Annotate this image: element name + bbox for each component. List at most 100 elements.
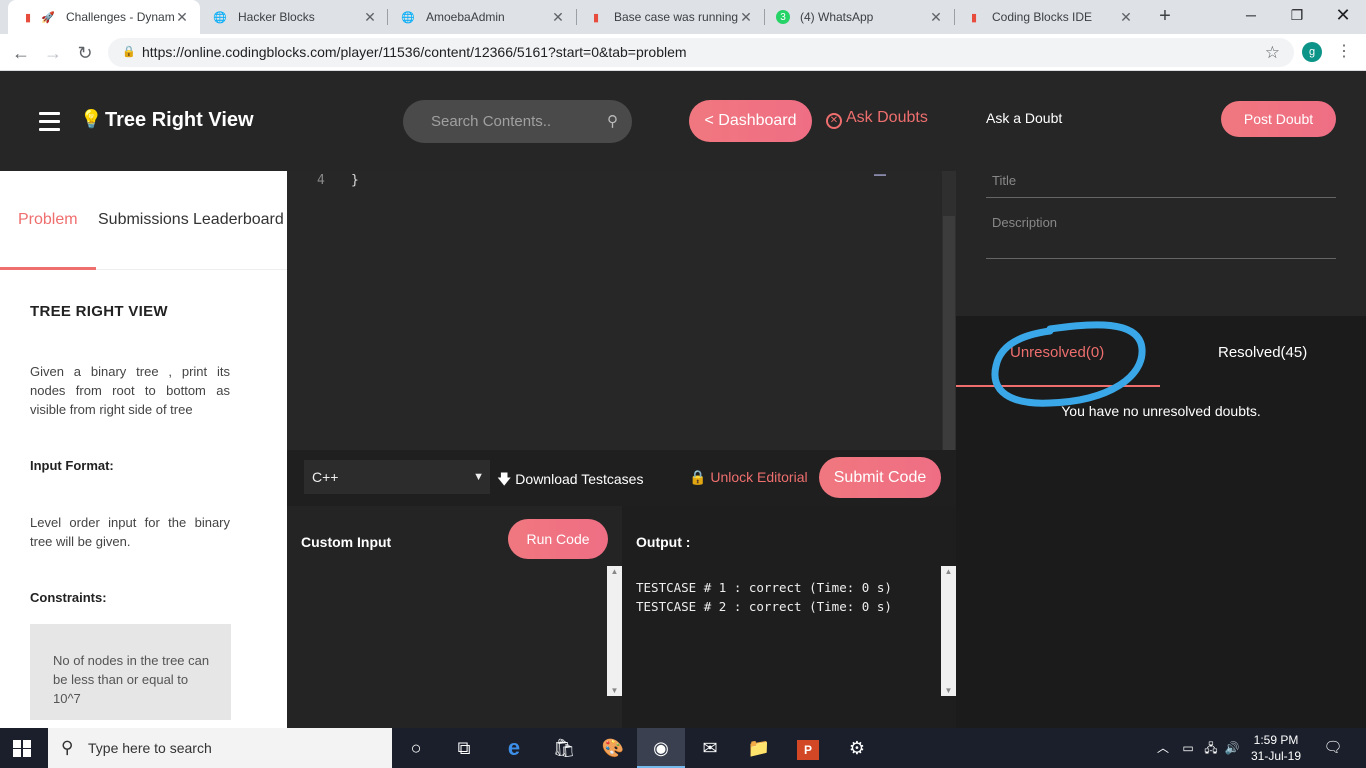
ask-doubt-form: Ask a Doubt Post Doubt Title Description <box>956 71 1366 316</box>
input-scrollbar[interactable]: ▲ ▼ <box>607 566 622 696</box>
chevron-up-icon[interactable]: ︿ <box>1154 728 1172 768</box>
browser-tabstrip: ▮ 🚀 Challenges - Dynam ✕ 🌐 Hacker Blocks… <box>0 0 1366 34</box>
tab-leaderboard[interactable]: Leaderboard <box>193 211 284 229</box>
submit-code-button[interactable]: Submit Code <box>819 457 941 498</box>
globe-icon: 🌐 <box>213 11 227 24</box>
windows-start-icon[interactable] <box>13 740 31 757</box>
scroll-up-icon[interactable]: ▲ <box>607 567 622 576</box>
language-select[interactable]: C++ ▼ <box>304 460 490 494</box>
post-doubt-button[interactable]: Post Doubt <box>1221 101 1336 137</box>
store-icon[interactable]: 🛍 <box>540 728 588 768</box>
notifications-icon[interactable]: 🗨 <box>1320 728 1346 768</box>
scroll-down-icon[interactable]: ▼ <box>607 686 622 695</box>
profile-avatar[interactable]: g <box>1302 42 1322 62</box>
close-tab-icon[interactable]: ✕ <box>174 9 190 26</box>
editor-scrollbar-thumb[interactable] <box>943 216 955 450</box>
output-panel: Output : TESTCASE # 1 : correct (Time: 0… <box>622 506 956 728</box>
settings-gear-icon[interactable]: ⚙ <box>833 728 881 768</box>
search-icon[interactable]: ⚲ <box>607 100 618 143</box>
hamburger-menu-icon[interactable] <box>39 112 60 131</box>
browser-tab-base-case[interactable]: ▮ Base case was running f ✕ <box>576 0 764 34</box>
tab-submissions[interactable]: Submissions <box>98 211 189 229</box>
output-line: TESTCASE # 2 : correct (Time: 0 s) <box>636 599 892 614</box>
browser-tab-hacker-blocks[interactable]: 🌐 Hacker Blocks ✕ <box>200 0 388 34</box>
browser-tab-challenges[interactable]: ▮ 🚀 Challenges - Dynam ✕ <box>8 0 200 34</box>
tab-title: (4) WhatsApp <box>800 10 874 24</box>
browser-tab-whatsapp[interactable]: 3 (4) WhatsApp ✕ <box>764 0 954 34</box>
forward-arrow-icon[interactable]: → <box>40 40 66 66</box>
network-icon[interactable]: 🖧 <box>1200 728 1222 768</box>
edge-icon[interactable]: e <box>490 728 538 768</box>
close-tab-icon[interactable]: ✕ <box>1118 9 1134 26</box>
line-number: 4 <box>317 173 325 188</box>
windows-taskbar: ⚲ Type here to search ○ ⧉ e 🛍 🎨 ◉ ✉ 📁 P … <box>0 728 1366 768</box>
search-contents-input[interactable]: Search Contents.. ⚲ <box>403 100 632 143</box>
restore-icon[interactable]: ❐ <box>1274 0 1320 30</box>
minimize-icon[interactable]: ─ <box>1228 0 1274 30</box>
doubts-pane: Ask a Doubt Post Doubt Title Description… <box>956 71 1366 728</box>
bookmark-star-icon[interactable]: ☆ <box>1265 38 1280 67</box>
tab-problem[interactable]: Problem <box>18 211 78 229</box>
tab-unresolved[interactable]: Unresolved(0) <box>1010 344 1104 361</box>
input-format-text: Level order input for the binary tree wi… <box>30 515 230 549</box>
reload-icon[interactable]: ↻ <box>72 40 98 66</box>
volume-icon[interactable]: 🔊 <box>1222 728 1242 768</box>
browser-tab-amoebaadmin[interactable]: 🌐 AmoebaAdmin ✕ <box>388 0 576 34</box>
close-tab-icon[interactable]: ✕ <box>550 9 566 26</box>
dashboard-button[interactable]: < Dashboard <box>689 100 812 142</box>
browser-toolbar: ← → ↻ 🔒 https://online.codingblocks.com/… <box>0 34 1366 71</box>
lightbulb-icon: 💡 <box>80 109 103 129</box>
doubt-title-input[interactable]: Title <box>986 173 1336 198</box>
cortana-icon[interactable]: ○ <box>392 728 440 768</box>
whatsapp-icon: 3 <box>776 10 790 24</box>
battery-icon[interactable]: ▭ <box>1178 728 1198 768</box>
empty-state-message: You have no unresolved doubts. <box>1061 403 1261 419</box>
code-editor[interactable]: 4 } ▬▬ <box>287 171 956 450</box>
close-tab-icon[interactable]: ✕ <box>738 9 754 26</box>
tab-title: Hacker Blocks <box>238 10 315 24</box>
mail-icon[interactable]: ✉ <box>686 728 734 768</box>
output-text: TESTCASE # 1 : correct (Time: 0 s) TESTCA… <box>636 578 892 616</box>
close-tab-icon[interactable]: ✕ <box>928 9 944 26</box>
editor-minimap[interactable]: ▬▬ <box>874 172 890 178</box>
custom-input-panel: Custom Input Run Code ▲ ▼ <box>287 506 622 728</box>
doubt-description-input[interactable]: Description <box>986 215 1336 259</box>
tab-resolved[interactable]: Resolved(45) <box>1218 344 1307 361</box>
file-explorer-icon[interactable]: 📁 <box>735 728 783 768</box>
back-arrow-icon[interactable]: ← <box>8 40 34 66</box>
constraints-text: No of nodes in the tree can be less than… <box>53 653 210 706</box>
url-text: https://online.codingblocks.com/player/1… <box>142 44 687 60</box>
search-placeholder: Search Contents.. <box>431 113 552 130</box>
menu-dots-icon[interactable]: ⋮ <box>1336 40 1352 66</box>
rocket-icon: 🚀 <box>41 11 55 24</box>
taskbar-search-input[interactable]: ⚲ Type here to search <box>48 728 392 768</box>
close-window-icon[interactable]: ✕ <box>1320 0 1366 30</box>
system-clock[interactable]: 1:59 PM 31-Jul-19 <box>1245 732 1307 764</box>
chrome-icon[interactable]: ◉ <box>637 728 685 768</box>
download-testcases-button[interactable]: 🡇 Download Testcases <box>497 469 643 493</box>
editor-action-bar: C++ ▼ 🡇 Download Testcases 🔒 Unlock Edit… <box>287 450 956 506</box>
ask-doubts-button[interactable]: ✕ Ask Doubts <box>826 109 928 129</box>
language-value: C++ <box>312 469 339 485</box>
code-line[interactable]: } <box>351 173 359 188</box>
lock-icon: 🔒 <box>689 469 707 485</box>
browser-tab-coding-blocks-ide[interactable]: ▮ Coding Blocks IDE ✕ <box>954 0 1144 34</box>
close-tab-icon[interactable]: ✕ <box>362 9 378 26</box>
paint-icon[interactable]: 🎨 <box>589 728 637 768</box>
unlock-editorial-button[interactable]: 🔒 Unlock Editorial <box>689 469 808 486</box>
new-tab-icon[interactable]: + <box>1153 5 1177 29</box>
editor-scrollbar[interactable] <box>942 171 956 450</box>
page-title: Tree Right View <box>105 109 254 131</box>
powerpoint-icon[interactable]: P <box>784 728 832 768</box>
doubt-tabs: Unresolved(0) Resolved(45) <box>956 316 1366 388</box>
custom-input-textarea[interactable] <box>287 566 607 696</box>
scroll-down-icon[interactable]: ▼ <box>941 686 956 695</box>
output-scrollbar[interactable]: ▲ ▼ <box>941 566 956 696</box>
scroll-up-icon[interactable]: ▲ <box>941 567 956 576</box>
close-circle-icon: ✕ <box>826 113 842 129</box>
task-view-icon[interactable]: ⧉ <box>440 728 488 768</box>
run-code-button[interactable]: Run Code <box>508 519 608 559</box>
constraints-label: Constraints: <box>30 590 107 605</box>
search-icon: ⚲ <box>61 738 74 757</box>
address-bar[interactable]: 🔒 https://online.codingblocks.com/player… <box>108 38 1294 67</box>
